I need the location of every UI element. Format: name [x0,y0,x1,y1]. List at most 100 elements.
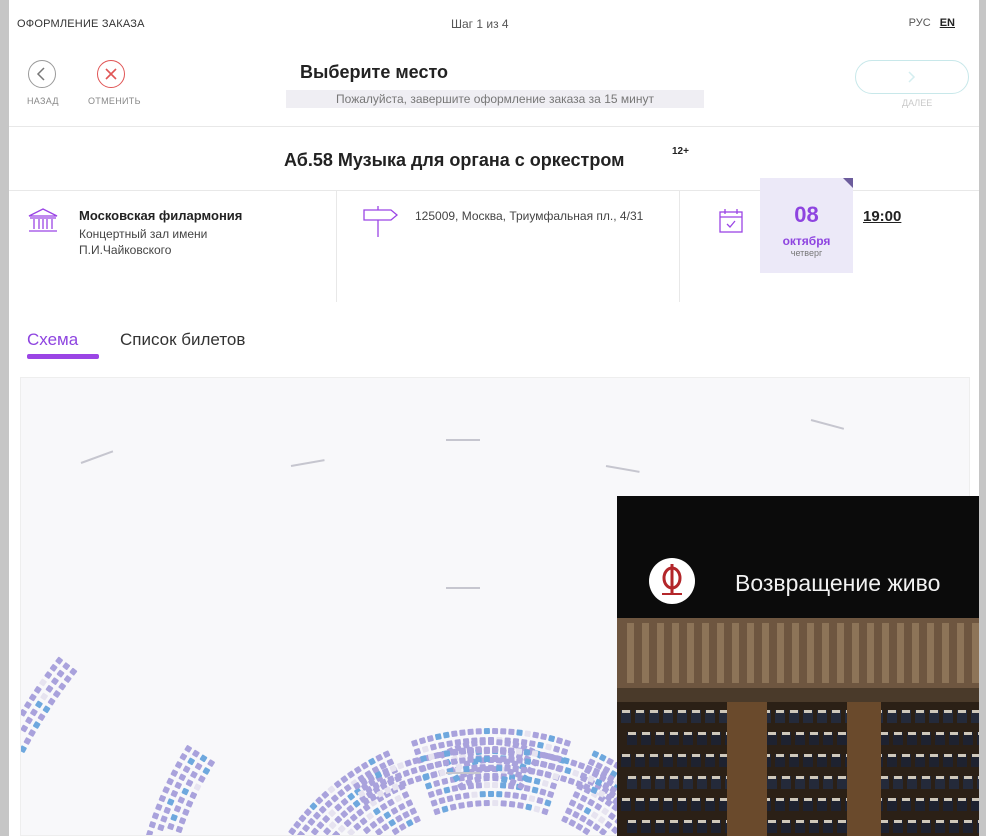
seat[interactable] [202,767,211,775]
seat[interactable] [380,803,388,811]
seat[interactable] [512,766,519,773]
seat[interactable] [369,821,378,829]
seat[interactable] [583,807,592,815]
seat[interactable] [331,794,339,803]
date-selector[interactable]: 08 октября четверг [760,178,853,273]
seat[interactable] [492,756,499,763]
seat[interactable] [363,826,371,834]
seat[interactable] [30,708,38,717]
seat[interactable] [343,819,352,827]
seat[interactable] [544,799,552,807]
seat[interactable] [533,805,541,813]
seat[interactable] [155,803,163,811]
seat[interactable] [517,802,524,809]
seat[interactable] [541,779,549,787]
seat[interactable] [390,807,399,815]
seat[interactable] [525,803,533,811]
seat[interactable] [21,708,27,717]
seat[interactable] [446,740,453,747]
seat[interactable] [454,793,462,801]
seat[interactable] [536,769,544,777]
seat[interactable] [328,821,337,830]
seat[interactable] [479,739,486,746]
seat[interactable] [529,740,536,747]
seat[interactable] [405,799,414,807]
seat[interactable] [69,667,78,676]
seat[interactable] [499,782,507,789]
seat[interactable] [340,810,349,818]
seat[interactable] [398,823,407,831]
seat[interactable] [496,791,503,798]
seat[interactable] [35,700,43,709]
seat[interactable] [504,765,511,772]
seat[interactable] [406,819,414,827]
seat[interactable] [182,808,190,816]
seat[interactable] [520,793,528,801]
seat[interactable] [466,801,474,808]
seat[interactable] [361,761,369,770]
seat[interactable] [504,740,511,747]
seat[interactable] [499,747,507,754]
event-time[interactable]: 19:00 [863,208,901,225]
seat[interactable] [324,800,333,808]
seat[interactable] [500,728,507,735]
seat[interactable] [438,797,446,805]
seat[interactable] [184,745,193,753]
seat[interactable] [346,805,355,813]
seat[interactable] [524,730,531,738]
seat[interactable] [582,827,591,835]
seat[interactable] [579,814,587,823]
seat[interactable] [398,803,406,811]
seat[interactable] [55,656,63,665]
seat[interactable] [376,816,385,824]
seat[interactable] [375,828,383,836]
seat[interactable] [496,765,503,772]
seat[interactable] [592,823,601,832]
seat[interactable] [434,733,442,741]
seat[interactable] [333,780,342,789]
seat[interactable] [591,750,600,758]
seat[interactable] [297,830,305,836]
seat[interactable] [459,729,466,736]
seat[interactable] [608,812,616,820]
seat[interactable] [479,765,486,772]
seat[interactable] [463,792,470,799]
seat[interactable] [182,765,191,774]
seat[interactable] [402,769,410,777]
seat[interactable] [198,775,206,783]
seat[interactable] [433,808,441,816]
seat[interactable] [459,757,466,764]
seat[interactable] [419,737,426,745]
lang-ru-link[interactable]: РУС [909,17,931,29]
seat[interactable] [192,749,200,758]
seat[interactable] [537,741,544,749]
seat[interactable] [332,830,340,836]
seat[interactable] [483,756,490,763]
seat[interactable] [567,777,576,785]
seat[interactable] [601,807,609,816]
seat[interactable] [528,795,536,803]
seat[interactable] [435,788,443,796]
seat[interactable] [548,735,556,742]
seat[interactable] [599,828,607,836]
seat[interactable] [429,743,437,751]
seat[interactable] [516,757,523,764]
seat[interactable] [604,821,613,829]
seat[interactable] [442,731,450,739]
seat[interactable] [163,806,171,815]
seat[interactable] [475,756,482,763]
seat[interactable] [590,811,599,819]
seat[interactable] [58,682,67,691]
seat[interactable] [411,739,419,747]
seat[interactable] [391,827,400,835]
seat[interactable] [479,791,486,798]
seat[interactable] [587,758,596,766]
seat[interactable] [575,823,584,831]
seat[interactable] [572,811,580,819]
seat[interactable] [337,824,346,833]
seat[interactable] [560,775,568,783]
seat[interactable] [451,730,458,738]
seat[interactable] [563,739,572,747]
seat[interactable] [483,782,490,789]
seat[interactable] [23,737,32,745]
